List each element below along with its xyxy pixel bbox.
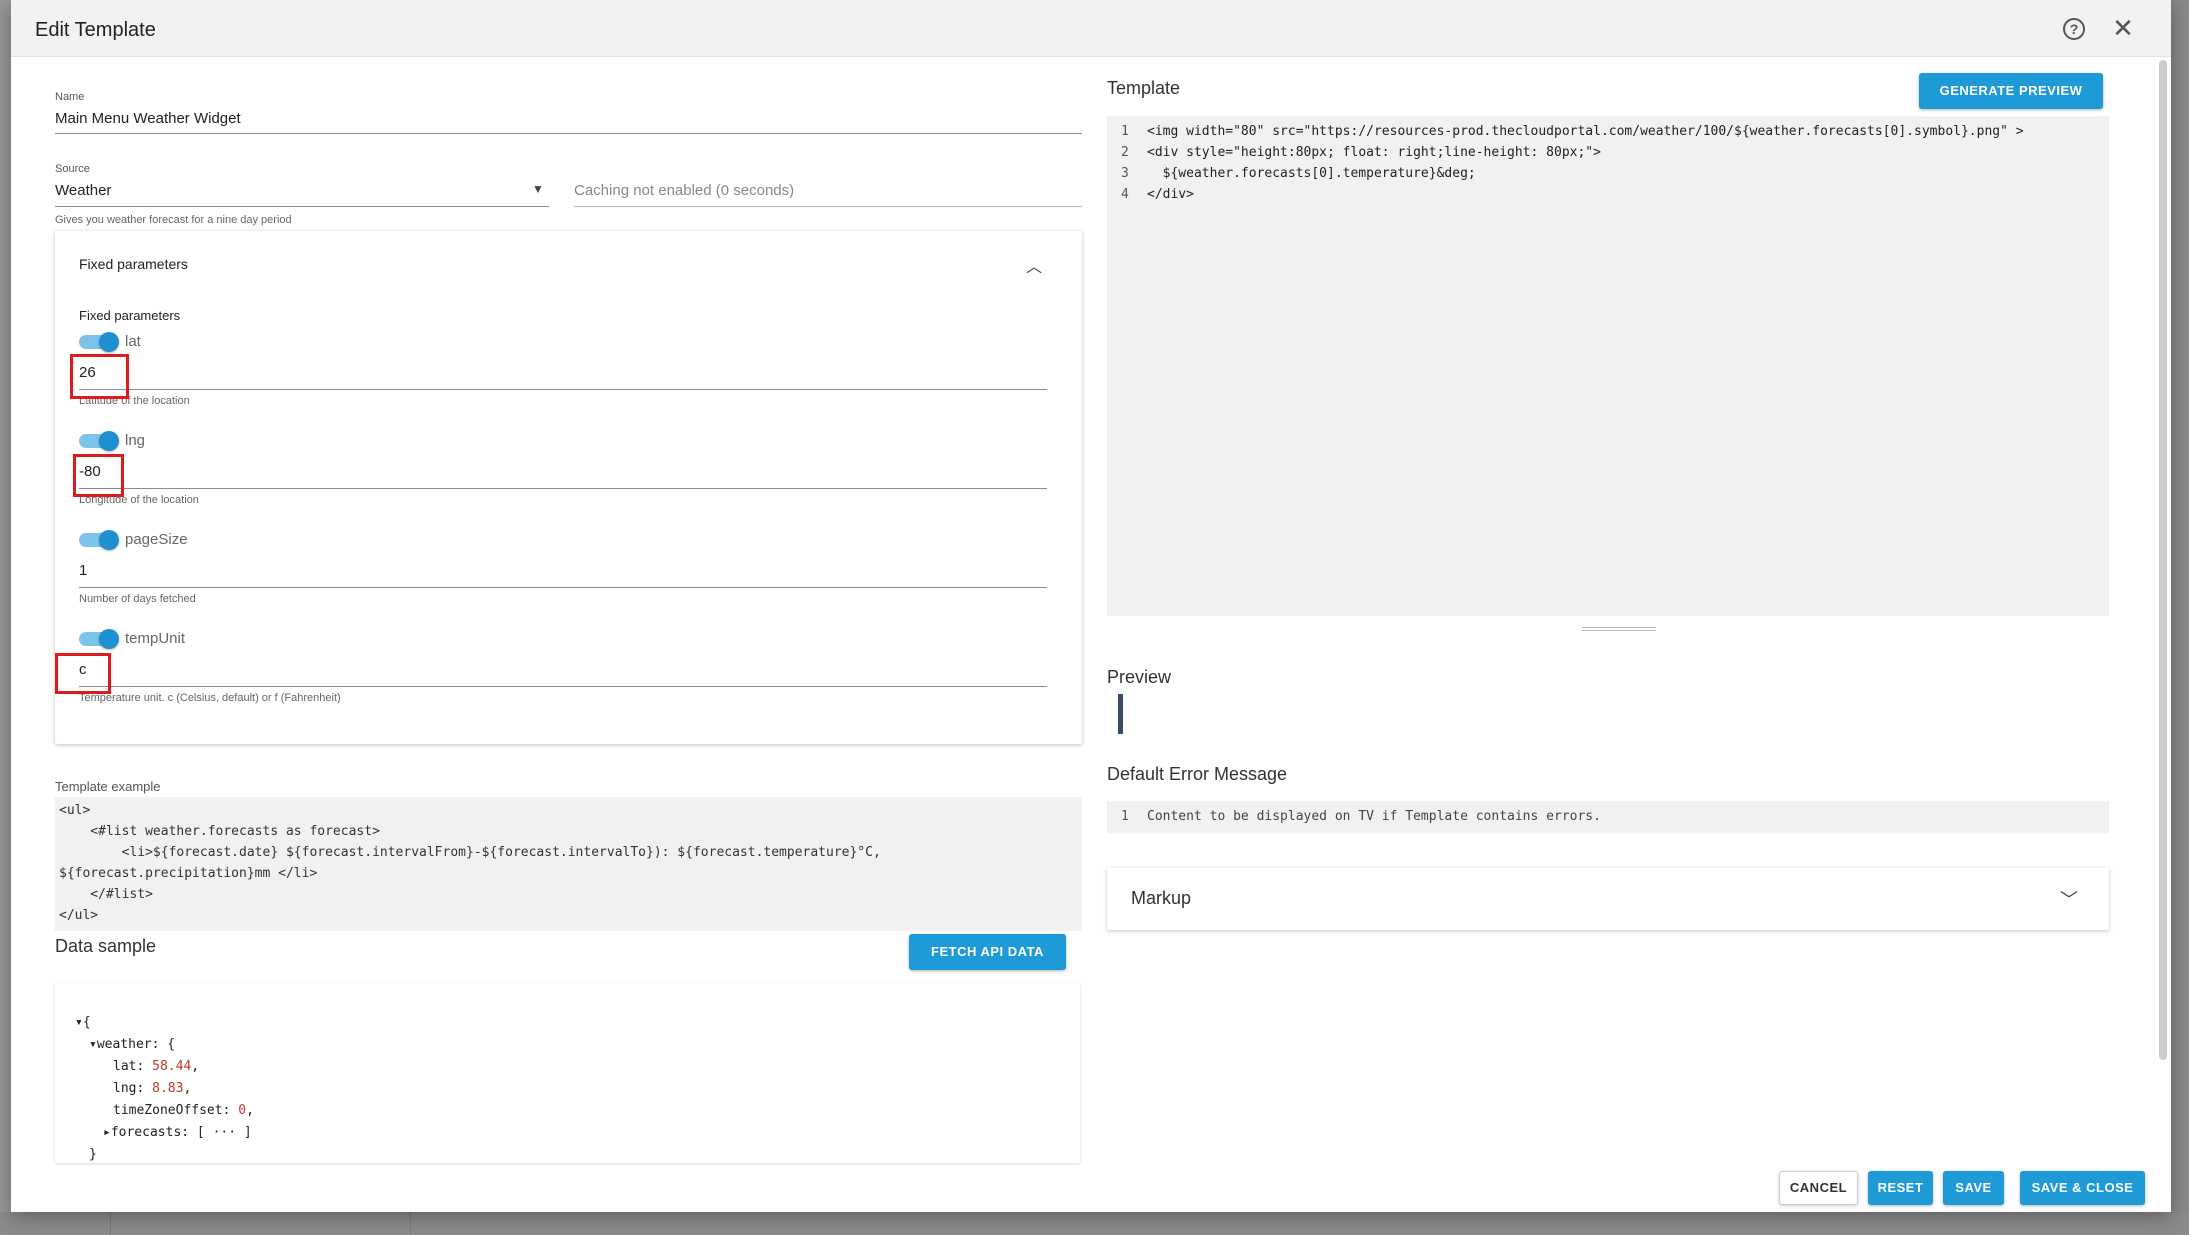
data-sample-title: Data sample <box>55 936 157 956</box>
editor-line: <div style="height:80px; float: right;li… <box>1147 145 1601 160</box>
fixed-parameters-header[interactable]: Fixed parameters <box>79 256 188 272</box>
template-code-editor[interactable]: 1 <img width="80" src="https://resources… <box>1107 116 2109 616</box>
caching-underline <box>574 206 1082 207</box>
name-label: Name <box>55 91 85 103</box>
lat-toggle[interactable] <box>79 332 119 352</box>
backdrop-left <box>0 0 11 1235</box>
fetch-api-data-button[interactable]: FETCH API DATA <box>909 934 1066 970</box>
json-line[interactable]: ▸forecasts: [ ··· ] <box>103 1125 252 1140</box>
editor-line: </div> <box>1147 187 1194 202</box>
template-example-label: Template example <box>55 779 161 794</box>
pagesize-helper: Number of days fetched <box>79 593 196 605</box>
pagesize-label: pageSize <box>125 531 188 548</box>
default-error-text: Content to be displayed on TV if Templat… <box>1147 809 1601 824</box>
lng-underline <box>79 488 1047 489</box>
code-line: </ul> <box>59 908 99 923</box>
template-title: Template <box>1107 78 1181 98</box>
json-line: lng: 8.83, <box>113 1081 192 1096</box>
vertical-scrollbar[interactable] <box>2159 60 2167 1060</box>
chevron-down-icon[interactable]: ﹀ <box>2060 886 2078 912</box>
json-line: timeZoneOffset: 0, <box>113 1103 254 1118</box>
chevron-up-icon[interactable]: ︿ <box>1026 253 1042 277</box>
code-line: ${forecast.precipitation}mm </li> <box>59 866 318 881</box>
lng-label: lng <box>125 432 146 449</box>
editor-line: <img width="80" src="https://resources-p… <box>1147 124 2024 139</box>
source-select[interactable]: Weather <box>55 182 111 199</box>
lng-toggle[interactable] <box>79 431 119 451</box>
caching-input[interactable]: Caching not enabled (0 seconds) <box>574 182 794 199</box>
pagesize-input[interactable]: 1 <box>79 562 87 579</box>
save-button[interactable]: SAVE <box>1943 1171 2004 1205</box>
code-line: </#list> <box>59 887 153 902</box>
pagesize-underline <box>79 587 1047 588</box>
code-line: <#list weather.forecasts as forecast> <box>59 824 380 839</box>
generate-preview-button[interactable]: GENERATE PREVIEW <box>1919 73 2103 109</box>
preview-area <box>1118 694 1123 734</box>
json-line[interactable]: ▾{ <box>75 1015 91 1030</box>
tempunit-helper: Temperature unit. c (Celsius, default) o… <box>79 692 341 704</box>
json-line: } <box>89 1147 97 1162</box>
chevron-down-icon[interactable]: ▼ <box>532 182 544 196</box>
tempunit-label: tempUnit <box>125 630 186 647</box>
dialog-title: Edit Template <box>35 19 156 41</box>
name-underline <box>55 133 1082 134</box>
resize-handle[interactable] <box>1582 627 1656 631</box>
code-line: <li>${forecast.date} ${forecast.interval… <box>59 845 881 860</box>
line-number: 1 <box>1121 124 1129 139</box>
edit-template-dialog: Edit Template ? ✕ Name Main Menu Weather… <box>11 0 2171 1212</box>
markup-panel[interactable]: Markup ﹀ <box>1107 868 2109 930</box>
pagesize-toggle[interactable] <box>79 530 119 550</box>
editor-line: ${weather.forecasts[0].temperature}&deg; <box>1147 166 1476 181</box>
save-and-close-button[interactable]: SAVE & CLOSE <box>2020 1171 2145 1205</box>
line-number: 2 <box>1121 145 1129 160</box>
default-error-editor[interactable]: 1 Content to be displayed on TV if Templ… <box>1107 801 2109 833</box>
close-icon[interactable]: ✕ <box>2109 14 2137 42</box>
fixed-parameters-panel: Fixed parameters ︿ Fixed parameters lat … <box>55 231 1082 744</box>
code-line: <ul> <box>59 803 91 818</box>
name-input[interactable]: Main Menu Weather Widget <box>55 110 241 127</box>
lat-label: lat <box>125 333 141 350</box>
source-label: Source <box>55 163 90 175</box>
line-number: 1 <box>1121 809 1129 824</box>
line-number: 4 <box>1121 187 1129 202</box>
question-circle-icon[interactable]: ? <box>2063 18 2085 40</box>
preview-title: Preview <box>1107 667 1172 687</box>
dialog-titlebar: Edit Template ? ✕ <box>11 0 2171 57</box>
cancel-button[interactable]: CANCEL <box>1779 1171 1858 1205</box>
highlight-lng <box>73 454 124 497</box>
data-sample-viewer: ▾{ ▾weather: { lat: 58.44, lng: 8.83, ti… <box>55 983 1080 1163</box>
backdrop-bottom <box>0 1212 2189 1235</box>
reset-button[interactable]: RESET <box>1868 1171 1933 1205</box>
json-line[interactable]: ▾weather: { <box>89 1037 175 1052</box>
source-helper: Gives you weather forecast for a nine da… <box>55 214 292 226</box>
template-example-code: <ul> <#list weather.forecasts as forecas… <box>55 797 1082 931</box>
highlight-lat <box>70 354 129 399</box>
tempunit-toggle[interactable] <box>79 629 119 649</box>
tempunit-underline <box>79 686 1047 687</box>
line-number: 3 <box>1121 166 1129 181</box>
lat-underline <box>79 389 1047 390</box>
markup-label: Markup <box>1131 888 1192 908</box>
fixed-parameters-subheader: Fixed parameters <box>79 308 181 323</box>
source-underline <box>55 206 549 207</box>
highlight-tempunit <box>55 653 111 694</box>
json-line: lat: 58.44, <box>113 1059 200 1074</box>
default-error-title: Default Error Message <box>1107 764 1288 784</box>
